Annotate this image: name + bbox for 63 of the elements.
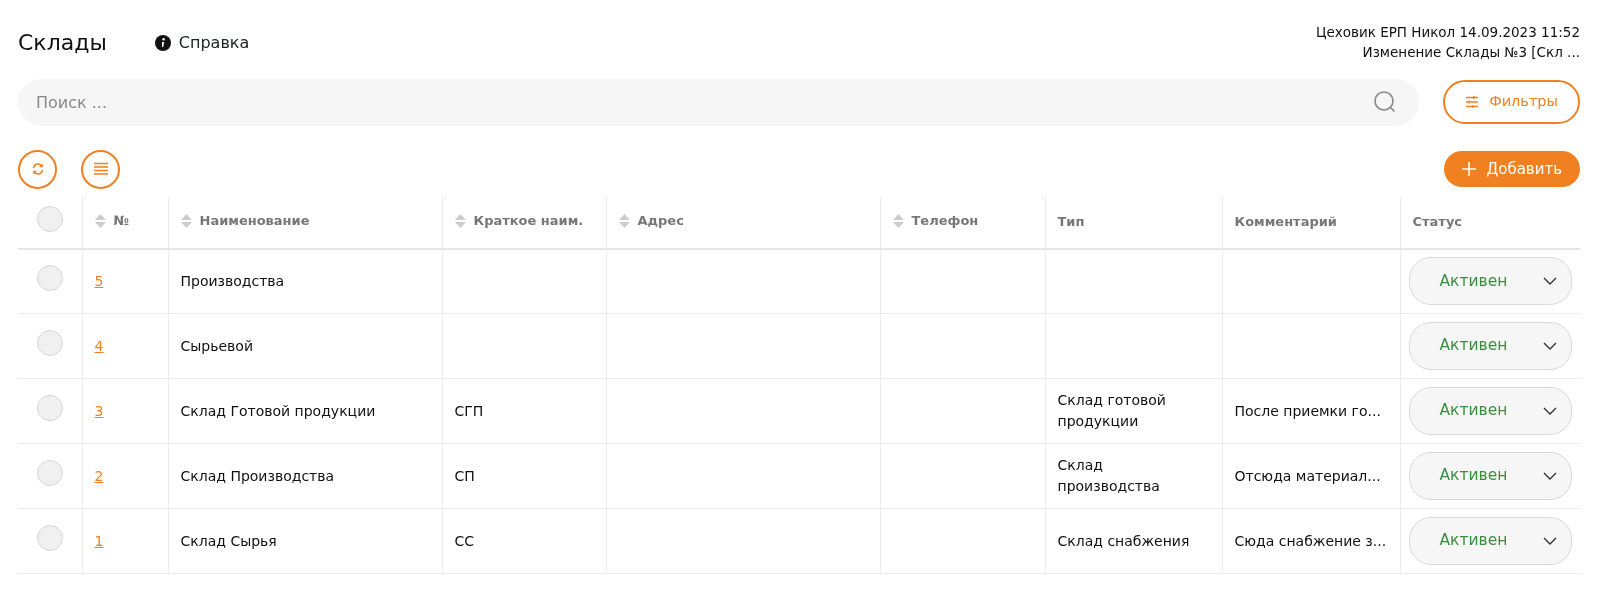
table-cell: Производства <box>180 272 285 289</box>
sort-icon <box>618 213 630 228</box>
sort-icon <box>454 213 466 228</box>
column-header: Комментарий <box>1222 196 1400 249</box>
search-field[interactable]: Поиск ... <box>18 78 1420 126</box>
table-cell: Сырьевой <box>180 337 253 354</box>
table-cell: После приемки го... <box>1234 402 1381 419</box>
status-dropdown[interactable]: Активен <box>1408 322 1572 370</box>
chevron-down-icon <box>1543 277 1557 286</box>
record-number-link[interactable]: 4 <box>94 337 104 354</box>
refresh-button[interactable] <box>18 149 57 189</box>
table-cell: Сюда снабжение з... <box>1234 532 1387 549</box>
column-header[interactable]: Краткое наим. <box>442 196 606 249</box>
status-dropdown[interactable]: Активен <box>1408 517 1572 565</box>
table-cell: Склад Сырья <box>180 532 277 549</box>
refresh-icon <box>30 162 45 176</box>
last-action: Изменение Склады №3 [Скл ... <box>1361 43 1580 63</box>
sort-icon <box>180 213 192 228</box>
chevron-down-icon <box>1543 537 1557 545</box>
table-cell: СП <box>454 467 475 484</box>
row-checkbox[interactable] <box>36 330 63 356</box>
filters-button[interactable]: Фильтры <box>1443 80 1580 124</box>
record-number-link[interactable]: 3 <box>94 402 104 419</box>
sort-icon <box>94 213 106 228</box>
table-cell: СС <box>454 532 475 549</box>
table-cell: Отсюда материал... <box>1234 467 1381 484</box>
row-checkbox[interactable] <box>36 395 63 421</box>
columns-button[interactable] <box>81 149 120 189</box>
sliders-icon <box>1465 95 1480 109</box>
column-header: Статус <box>1400 196 1580 249</box>
column-header[interactable]: Адрес <box>606 196 880 249</box>
column-header[interactable]: № <box>82 196 168 249</box>
column-header: Тип <box>1045 196 1222 249</box>
add-button[interactable]: Добавить <box>1444 151 1580 187</box>
table-cell: Склад производства <box>1057 457 1160 494</box>
chevron-down-icon <box>1543 342 1557 350</box>
row-checkbox[interactable] <box>36 460 63 486</box>
table-cell: Склад Производства <box>180 467 335 484</box>
plus-icon <box>1462 162 1477 176</box>
chevron-down-icon <box>1543 472 1557 480</box>
table-cell: СГП <box>454 402 484 419</box>
table-cell: Склад Готовой продукции <box>180 402 376 419</box>
search-icon <box>1373 89 1398 114</box>
sort-icon <box>892 213 904 228</box>
column-header[interactable]: Наименование <box>168 196 442 249</box>
select-all-checkbox[interactable] <box>36 206 63 233</box>
list-icon <box>92 162 109 176</box>
chevron-down-icon <box>1543 407 1557 415</box>
page-title: Склады <box>18 30 107 57</box>
status-dropdown[interactable]: Активен <box>1408 452 1572 500</box>
column-header[interactable]: Телефон <box>880 196 1045 249</box>
record-number-link[interactable]: 5 <box>94 272 104 289</box>
record-number-link[interactable]: 1 <box>94 532 104 549</box>
record-number-link[interactable]: 2 <box>94 467 104 484</box>
row-checkbox[interactable] <box>36 525 63 551</box>
status-dropdown[interactable]: Активен <box>1408 387 1572 435</box>
help-link[interactable]: Справка <box>154 31 250 56</box>
status-dropdown[interactable]: Активен <box>1408 257 1572 306</box>
info-icon <box>154 35 171 52</box>
row-checkbox[interactable] <box>36 265 63 292</box>
table-cell: Склад готовой продукции <box>1057 392 1166 429</box>
user-info: Цеховик ЕРП Никол 14.09.2023 11:52 <box>1315 23 1580 42</box>
table-cell: Склад снабжения <box>1057 532 1190 549</box>
